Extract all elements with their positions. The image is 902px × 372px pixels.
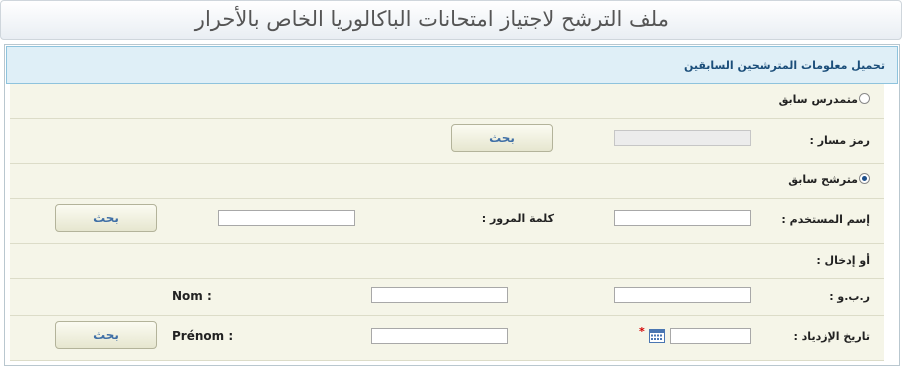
cin-input[interactable]: [614, 287, 751, 303]
section-header: تحميل معلومات المترشحين السابقين: [6, 46, 898, 84]
or-enter-label: أو إدخال :: [816, 254, 870, 267]
required-mark: *: [639, 325, 645, 338]
massar-input[interactable]: [614, 130, 751, 146]
row-cin-nom: ر.ب.و : Nom :: [10, 279, 884, 316]
previous-student-label: متمدرس سابق: [778, 93, 858, 106]
calendar-icon[interactable]: [649, 329, 665, 343]
cin-label: ر.ب.و :: [829, 290, 870, 303]
nom-input[interactable]: [371, 287, 508, 303]
row-login: إسم المستخدم : كلمة المرور : بحث: [10, 199, 884, 244]
row-previous-student: متمدرس سابق: [10, 84, 884, 119]
massar-label: رمز مسار :: [809, 134, 870, 147]
prenom-label: Prénom :: [172, 329, 234, 343]
nom-label: Nom :: [172, 289, 212, 303]
birth-search-button[interactable]: بحث: [55, 321, 157, 349]
row-previous-candidate: مترشح سابق: [10, 164, 884, 199]
birth-date-input[interactable]: [670, 328, 751, 344]
username-label: إسم المستخدم :: [781, 213, 870, 226]
page-title: ملف الترشح لاجتياز امتحانات الباكالوريا …: [194, 7, 669, 31]
row-or-enter: أو إدخال :: [10, 244, 884, 279]
radio-previous-candidate[interactable]: [859, 173, 870, 184]
massar-search-button[interactable]: بحث: [451, 124, 553, 152]
title-bar: ملف الترشح لاجتياز امتحانات الباكالوريا …: [0, 0, 902, 40]
row-massar: رمز مسار : بحث: [10, 119, 884, 164]
previous-candidate-label: مترشح سابق: [788, 173, 858, 186]
password-input[interactable]: [218, 210, 355, 226]
password-label: كلمة المرور :: [481, 212, 554, 225]
radio-previous-student[interactable]: [859, 93, 870, 104]
section-title: تحميل معلومات المترشحين السابقين: [683, 59, 885, 72]
birth-date-label: تاريخ الإزدياد :: [793, 330, 870, 343]
row-birth-prenom: تاريخ الإزدياد : * Prénom : بحث: [10, 316, 884, 361]
login-search-button[interactable]: بحث: [55, 204, 157, 232]
prenom-input[interactable]: [371, 328, 508, 344]
username-input[interactable]: [614, 210, 751, 226]
